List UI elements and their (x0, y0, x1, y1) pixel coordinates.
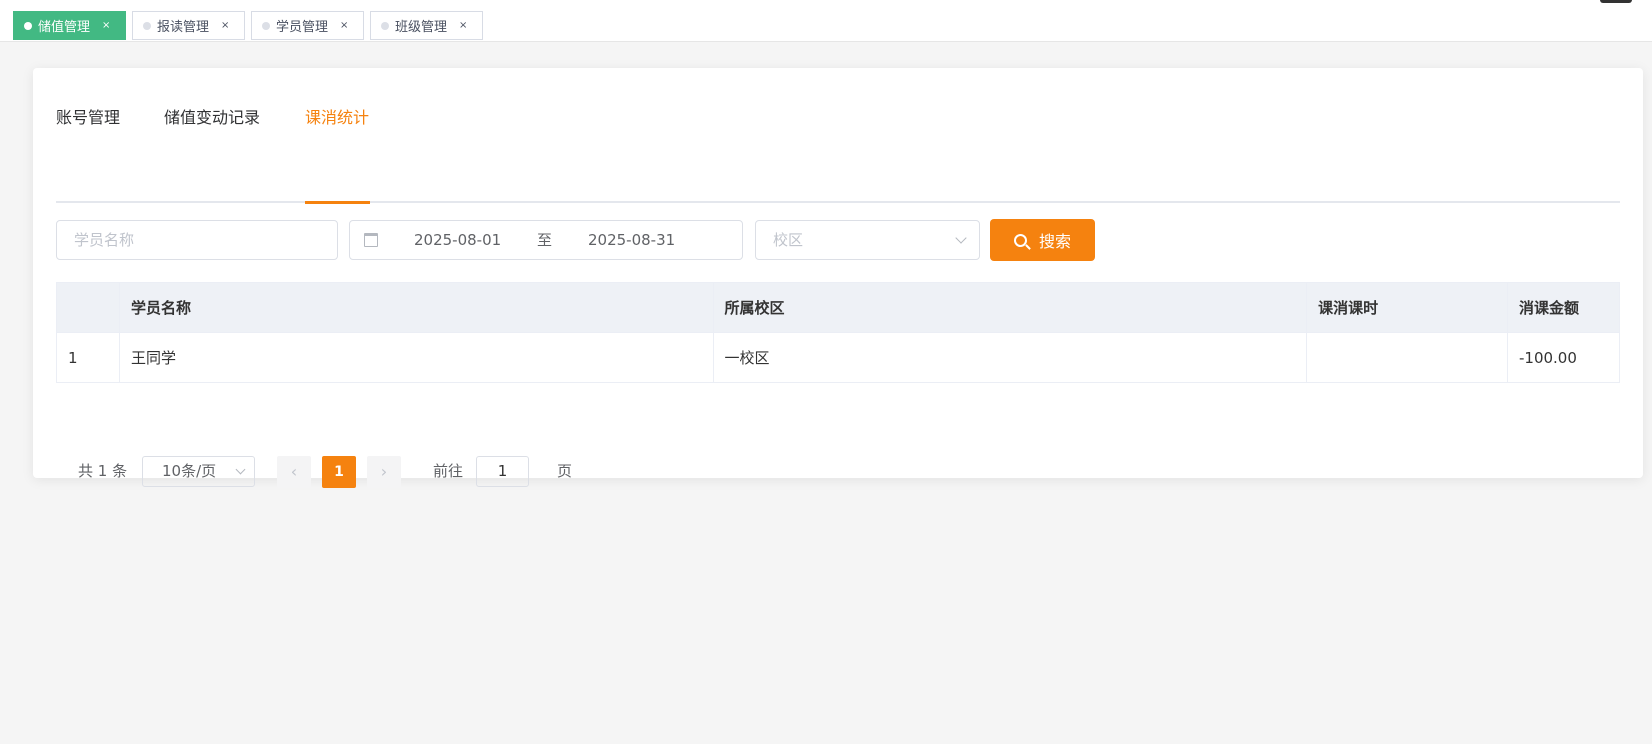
cell-campus: 一校区 (713, 332, 1308, 383)
start-date[interactable]: 2025-08-01 (414, 221, 501, 259)
page-suffix: 页 (557, 462, 573, 480)
next-page-button[interactable]: › (367, 456, 401, 488)
tag-label: 报读管理 (157, 20, 210, 35)
tag-dot-icon (143, 21, 151, 30)
header-hours: 课消课时 (1306, 282, 1508, 333)
tag-label: 学员管理 (276, 20, 329, 35)
tag-dot-icon (262, 21, 270, 30)
cell-hours (1306, 332, 1508, 383)
student-name-placeholder: 学员名称 (74, 231, 135, 249)
close-icon[interactable]: × (340, 20, 348, 31)
header-index (56, 282, 120, 333)
tabs-divider (56, 201, 1620, 203)
consumption-table: 学员名称 所属校区 课消课时 消课金额 1 王同学 一校区 -100.00 (56, 282, 1620, 383)
tag-label: 班级管理 (395, 20, 448, 35)
header-amount: 消课金额 (1507, 282, 1620, 333)
search-icon (1013, 233, 1027, 247)
close-icon[interactable]: × (459, 20, 467, 31)
campus-select[interactable]: 校区 (755, 220, 980, 260)
table-header-row: 学员名称 所属校区 课消课时 消课金额 (56, 282, 1620, 333)
page-size-value: 10条/页 (162, 462, 217, 480)
date-separator: 至 (537, 231, 553, 249)
calendar-icon (364, 233, 378, 247)
goto-page-input[interactable]: 1 (476, 456, 529, 487)
pagination-total: 共 1 条 (78, 462, 128, 480)
close-icon[interactable]: × (221, 20, 229, 31)
active-tab-indicator (305, 201, 370, 204)
student-name-input[interactable]: 学员名称 (56, 220, 338, 260)
header-student-name: 学员名称 (119, 282, 714, 333)
tag-dot-icon (381, 21, 389, 30)
table-row: 1 王同学 一校区 -100.00 (56, 332, 1620, 383)
search-button[interactable]: 搜索 (990, 219, 1095, 261)
end-date[interactable]: 2025-08-31 (588, 221, 675, 259)
goto-label: 前往 (433, 462, 464, 480)
chevron-down-icon (235, 464, 246, 475)
prev-page-button[interactable]: ‹ (277, 456, 311, 488)
tag-dot-icon (24, 21, 32, 30)
chevron-down-icon (955, 232, 967, 244)
tag-enrollment[interactable]: 报读管理 × (132, 11, 245, 40)
cell-amount: -100.00 (1507, 332, 1620, 383)
search-button-label: 搜索 (1038, 232, 1071, 251)
date-range-picker[interactable]: 2025-08-01 至 2025-08-31 (349, 220, 743, 260)
tag-label: 储值管理 (38, 20, 91, 35)
tab-class-consumption-stats[interactable]: 课消统计 (305, 103, 369, 133)
page-size-select[interactable]: 10条/页 (142, 456, 255, 487)
main-card: 账号管理 储值变动记录 课消统计 学员名称 2025-08-01 至 2025-… (33, 68, 1643, 488)
tab-accounts[interactable]: 账号管理 (56, 103, 120, 133)
tab-stored-value-records[interactable]: 储值变动记录 (164, 103, 260, 133)
tag-classes[interactable]: 班级管理 × (370, 11, 483, 40)
tags-view-bar: 储值管理 × 报读管理 × 学员管理 × 班级管理 × (0, 0, 1652, 42)
tag-stored-value[interactable]: 储值管理 × (13, 11, 126, 40)
page-number-current[interactable]: 1 (322, 456, 356, 488)
cell-student-name: 王同学 (119, 332, 714, 383)
campus-placeholder: 校区 (773, 231, 804, 249)
cell-index: 1 (56, 332, 120, 383)
close-icon[interactable]: × (102, 20, 110, 31)
header-campus: 所属校区 (713, 282, 1308, 333)
avatar-edge (1600, 0, 1632, 3)
tag-students[interactable]: 学员管理 × (251, 11, 364, 40)
